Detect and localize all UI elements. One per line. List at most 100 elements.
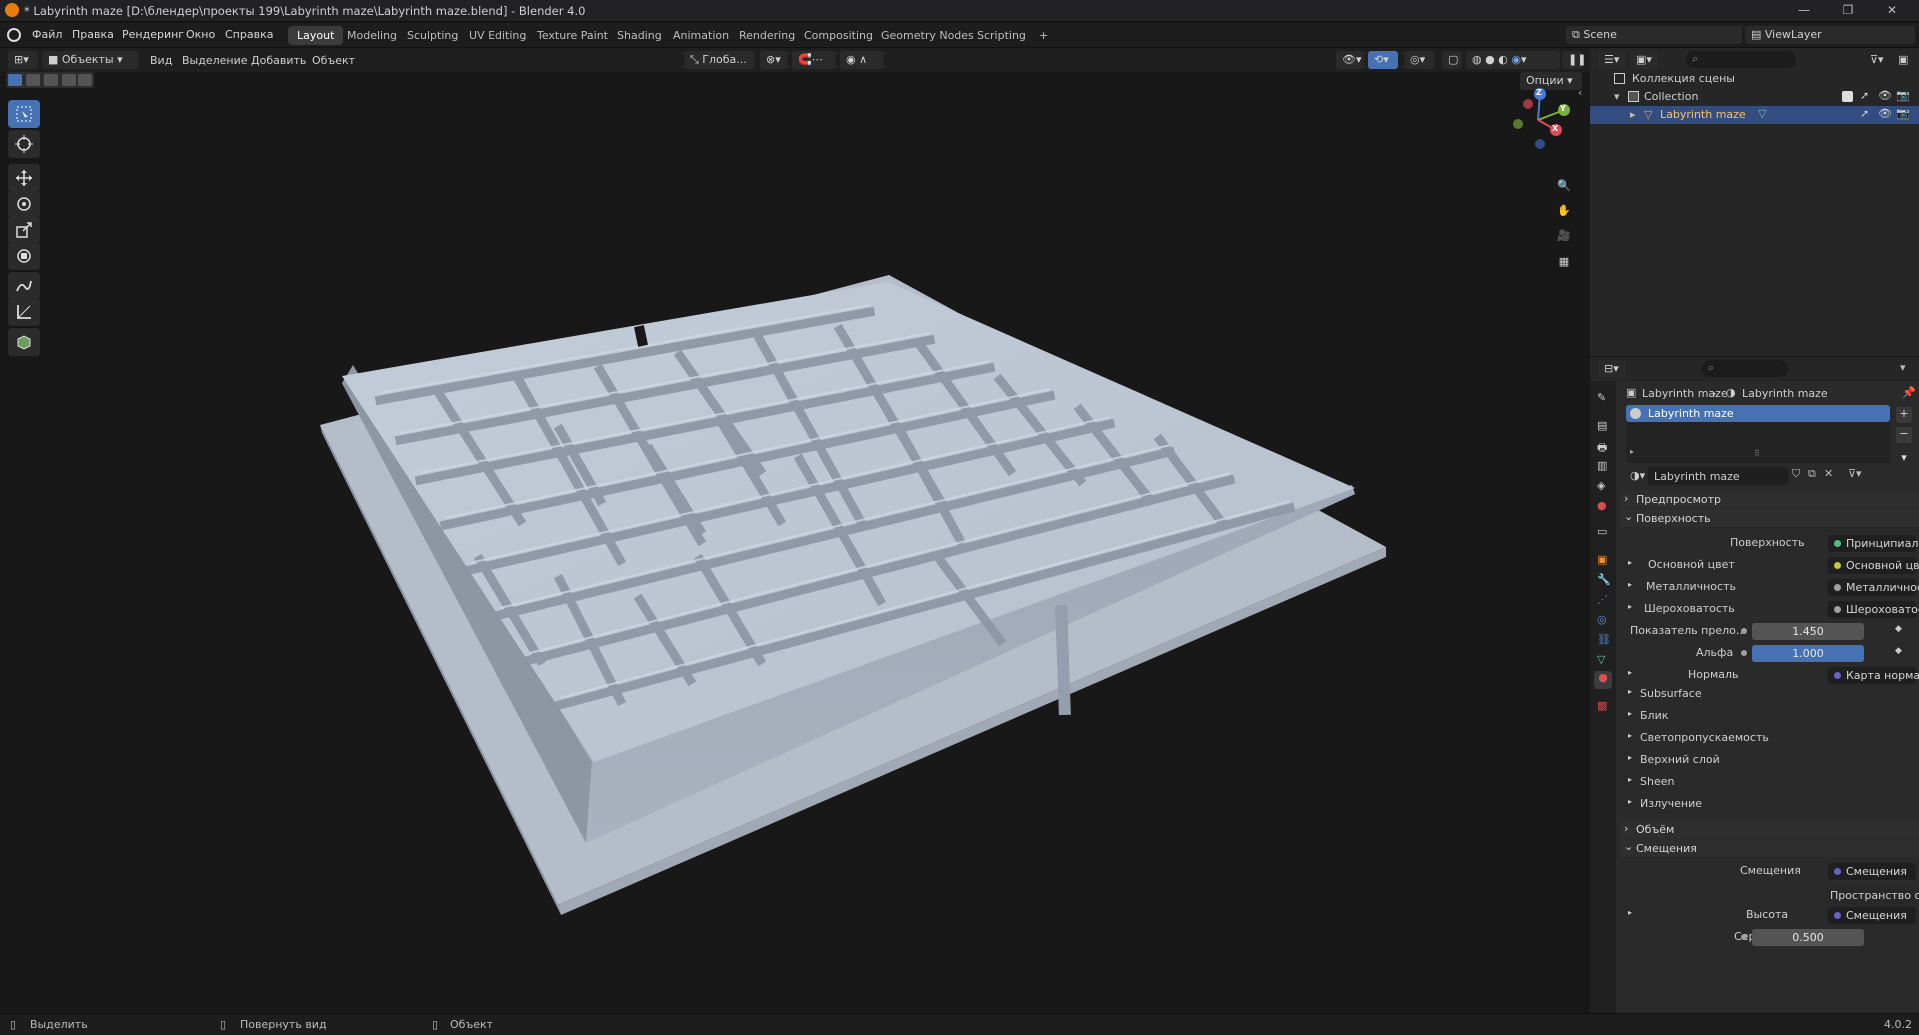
expand-arrow-icon[interactable]: ▸ — [1628, 668, 1632, 677]
ior-keyframe-icon[interactable]: ◆ — [1895, 624, 1902, 634]
outliner-editor-type-button[interactable]: ☰▾ — [1598, 51, 1626, 69]
minimize-icon[interactable]: — — [1794, 3, 1814, 19]
metallic-field[interactable]: Металличность — [1828, 579, 1919, 596]
tab-animation[interactable]: Animation — [664, 26, 738, 45]
shading-modes[interactable]: ◍ ● ◐ ◉▾ — [1466, 51, 1560, 69]
render-tab-icon[interactable]: ▤ — [1597, 419, 1607, 432]
list-expand-icon[interactable]: ▸ — [1630, 447, 1634, 456]
material-tab-icon[interactable]: ● — [1594, 671, 1612, 689]
midlevel-field[interactable]: 0.500 — [1752, 929, 1864, 946]
subsection-emission[interactable]: ▸ Излучение — [1620, 796, 1919, 814]
maximize-icon[interactable]: ❐ — [1838, 3, 1858, 19]
expand-arrow-icon[interactable]: ▸ — [1630, 108, 1636, 121]
material-link-icon[interactable]: ⊽▾ — [1848, 467, 1862, 480]
subsection-sheen[interactable]: ▸ Sheen — [1620, 774, 1919, 792]
material-slot-item[interactable]: Labyrinth maze — [1626, 405, 1890, 422]
base-color-field[interactable]: Основной цвет — [1828, 557, 1919, 574]
visibility-eye-icon[interactable]: 👁 — [1878, 89, 1892, 102]
transform-orientation-selector[interactable]: ⤡ Глоба... — [684, 51, 754, 69]
normal-field[interactable]: Карта нормалей — [1828, 667, 1919, 684]
duplicate-material-icon[interactable]: ⧉ — [1808, 467, 1816, 481]
display-mode-button[interactable]: ▣▾ — [1630, 51, 1658, 69]
filter-icon[interactable]: ⊽▾ — [1870, 53, 1884, 66]
expand-arrow-icon[interactable]: ▸ — [1628, 602, 1632, 611]
unlink-material-icon[interactable]: ✕ — [1824, 467, 1833, 480]
list-resize-grip-icon[interactable]: ⠿ — [1754, 449, 1760, 458]
proportional-edit-icon[interactable]: ◉ ∧ — [840, 51, 884, 69]
ior-field[interactable]: 1.450 — [1752, 623, 1864, 640]
tab-compositing[interactable]: Compositing — [795, 26, 882, 45]
3d-viewport[interactable]: Опции ▾ Z Y X ‹ 🔍 ✋ 🎥 ▦ — [0, 72, 1590, 1013]
subsection-transmission[interactable]: ▸ Светопропускаемость — [1620, 730, 1919, 748]
collection-tab-icon[interactable]: ▭ — [1597, 525, 1607, 538]
expand-arrow-icon[interactable]: ▾ — [1614, 90, 1620, 103]
tab-geometry-nodes[interactable]: Geometry Nodes — [872, 26, 983, 45]
texture-tab-icon[interactable]: ▩ — [1597, 699, 1607, 712]
pivot-icon[interactable]: ⊗▾ — [760, 51, 788, 69]
menu-object[interactable]: Объект — [312, 54, 355, 67]
visibility-icon[interactable]: 👁▾ — [1336, 51, 1364, 69]
labyrinth-maze-model[interactable] — [0, 72, 1590, 1013]
blender-menu-icon[interactable] — [7, 28, 21, 42]
output-tab-icon[interactable]: 🖶 — [1597, 439, 1607, 458]
render-camera-icon[interactable]: 📷 — [1896, 89, 1910, 102]
menu-file[interactable]: Файл — [32, 28, 62, 41]
fake-user-shield-icon[interactable]: ⛉ — [1792, 467, 1800, 481]
material-shading-icon[interactable]: ◐ — [1498, 53, 1508, 66]
tab-scripting[interactable]: Scripting — [968, 26, 1035, 45]
mode-selector[interactable]: ■ Объекты ▾ — [42, 51, 138, 69]
outliner-object-labyrinth[interactable]: ▸ ▽ Labyrinth maze ▽ ➚ 👁 📷 — [1590, 106, 1919, 124]
expand-arrow-icon[interactable]: ▸ — [1628, 908, 1632, 917]
space-dropdown[interactable]: Пространство объекта — [1826, 887, 1919, 904]
pause-render-icon[interactable]: ❚❚ — [1562, 51, 1586, 69]
properties-options-icon[interactable]: ▾ — [1900, 361, 1906, 374]
snap-icon[interactable]: 🧲⋯ — [792, 51, 836, 69]
material-slot-list[interactable]: Labyrinth maze ▸ ⠿ — [1626, 405, 1890, 463]
outliner-collection[interactable]: ▾ Collection ➚ 👁 📷 — [1590, 88, 1919, 106]
mesh-data-icon[interactable]: ▽ — [1758, 107, 1766, 120]
row-metallic[interactable]: ▸ Металличность Металличность — [1620, 579, 1919, 597]
properties-search-input[interactable]: ⌕ — [1702, 360, 1788, 377]
rendered-shading-icon[interactable]: ◉ — [1511, 53, 1521, 66]
gizmo-toggle-icon[interactable]: ⟲▾ — [1368, 51, 1398, 69]
viewlayer-selector[interactable]: ▤ ViewLayer — [1745, 26, 1915, 44]
tool-tab-icon[interactable]: ✎ — [1597, 391, 1606, 404]
scene-selector[interactable]: ⧉ Scene — [1566, 26, 1742, 44]
material-name-field[interactable]: Labyrinth maze — [1648, 467, 1788, 485]
physics-tab-icon[interactable]: ◎ — [1597, 613, 1607, 626]
outliner-scene-collection[interactable]: Коллекция сцены — [1590, 70, 1919, 88]
modifier-tab-icon[interactable]: 🔧 — [1597, 573, 1611, 586]
browse-material-button[interactable]: ◑▾ — [1624, 467, 1646, 485]
tab-shading[interactable]: Shading — [608, 26, 671, 45]
solid-shading-icon[interactable]: ● — [1485, 53, 1495, 66]
tab-modeling[interactable]: Modeling — [338, 26, 406, 45]
constraints-tab-icon[interactable]: ⛓ — [1597, 633, 1611, 646]
scene-tab-icon[interactable]: ◈ — [1597, 479, 1605, 492]
tab-uv-editing[interactable]: UV Editing — [460, 26, 535, 45]
section-volume[interactable]: › Объём — [1620, 820, 1919, 838]
menu-edit[interactable]: Правка — [72, 28, 114, 41]
close-icon[interactable]: ✕ — [1882, 3, 1902, 19]
add-workspace-button[interactable]: + — [1030, 26, 1057, 45]
alpha-keyframe-icon[interactable]: ◆ — [1895, 646, 1902, 656]
selectable-arrow-icon[interactable]: ➚ — [1860, 89, 1869, 102]
menu-window[interactable]: Окно — [186, 28, 215, 41]
menu-select[interactable]: Выделение — [182, 54, 248, 67]
subsection-coat[interactable]: ▸ Верхний слой — [1620, 752, 1919, 770]
properties-editor-type-button[interactable]: ⊟▾ — [1598, 360, 1626, 378]
new-collection-icon[interactable]: ▣ — [1898, 53, 1908, 66]
view-layer-tab-icon[interactable]: ▥ — [1597, 459, 1607, 472]
tab-rendering[interactable]: Rendering — [730, 26, 804, 45]
slot-specials-button[interactable]: ▾ — [1896, 451, 1912, 467]
particles-tab-icon[interactable]: ⋰ — [1597, 593, 1608, 606]
alpha-field[interactable]: 1.000 — [1752, 645, 1864, 662]
tab-layout[interactable]: Layout — [288, 26, 344, 45]
selectable-arrow-icon[interactable]: ➚ — [1860, 107, 1869, 120]
menu-add[interactable]: Добавить — [251, 54, 306, 67]
tab-texture-paint[interactable]: Texture Paint — [528, 26, 617, 45]
row-roughness[interactable]: ▸ Шероховатость Шероховатость — [1620, 601, 1919, 619]
object-tab-icon[interactable]: ▣ — [1597, 553, 1607, 566]
outliner-search-input[interactable]: ⌕ — [1686, 51, 1796, 68]
add-slot-button[interactable]: + — [1896, 407, 1912, 423]
displacement-field[interactable]: Смещения — [1828, 863, 1916, 880]
